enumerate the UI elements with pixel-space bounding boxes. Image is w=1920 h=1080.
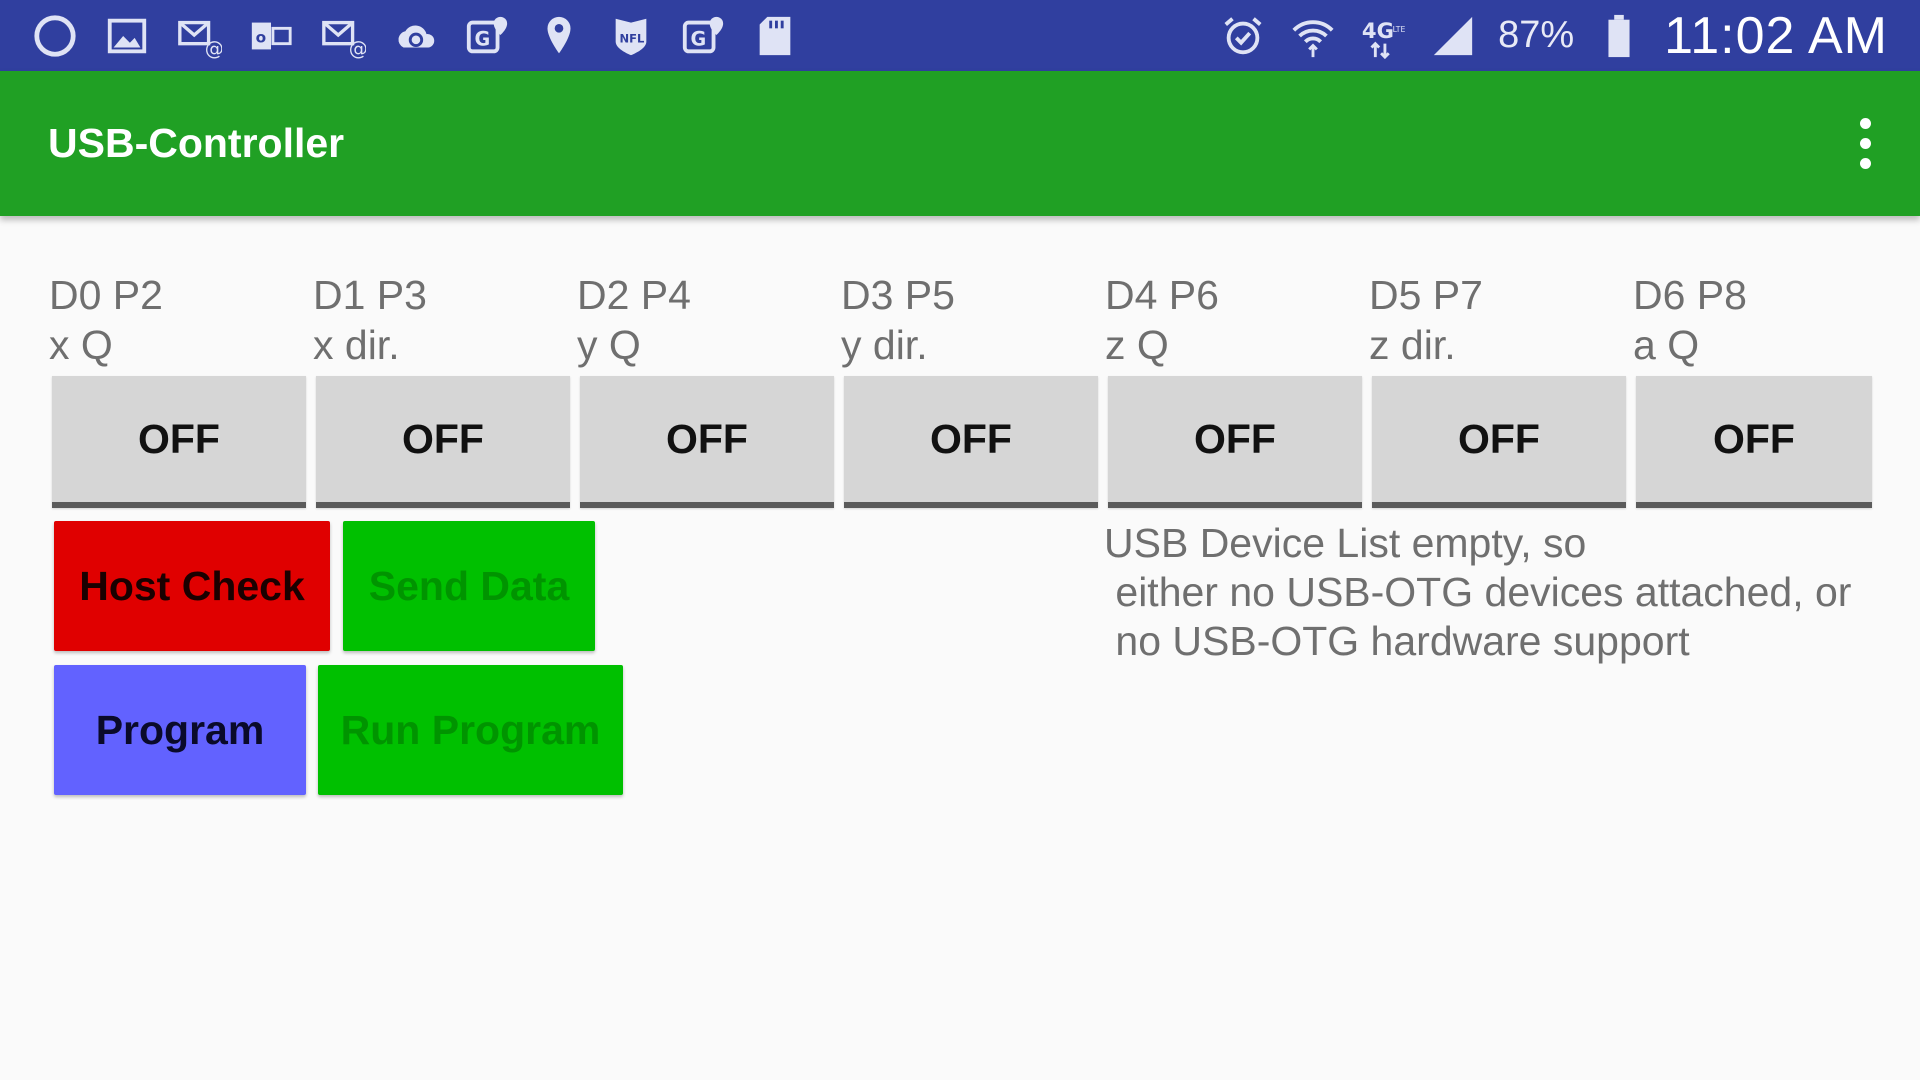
toggle-d4-button[interactable]: OFF	[1108, 376, 1362, 508]
toggle-d1-button[interactable]: OFF	[316, 376, 570, 508]
signal-icon	[1428, 11, 1478, 61]
system-status: 4G LTE 87% 11:02 AM	[1218, 0, 1888, 71]
image-icon	[102, 11, 152, 61]
channel-desc: z Q	[1105, 322, 1169, 368]
run-program-button[interactable]: Run Program	[318, 665, 623, 795]
channel-label-d0: D0 P2 x Q	[49, 270, 163, 370]
toggle-d2-button[interactable]: OFF	[580, 376, 834, 508]
channel-label-d6: D6 P8 a Q	[1633, 270, 1747, 370]
4g-lte-icon: 4G LTE	[1358, 11, 1408, 61]
toggle-d3-button[interactable]: OFF	[844, 376, 1098, 508]
channel-pin: D1 P3	[313, 272, 427, 318]
channel-desc: x Q	[49, 322, 113, 368]
channel-pin: D0 P2	[49, 272, 163, 318]
channel-pin: D5 P7	[1369, 272, 1483, 318]
cloud-sync-icon	[390, 11, 440, 61]
battery-percent: 87%	[1498, 14, 1575, 56]
svg-text:@: @	[349, 37, 366, 59]
status-bar: @ o @ G NFL G 4G LTE 87% 11:02 AM	[0, 0, 1920, 71]
toggle-d6-button[interactable]: OFF	[1636, 376, 1872, 508]
outlook-icon: o	[246, 11, 296, 61]
channel-pin: D2 P4	[577, 272, 691, 318]
more-vert-icon[interactable]	[1840, 113, 1890, 173]
channel-pin: D4 P6	[1105, 272, 1219, 318]
channel-desc: x dir.	[313, 322, 400, 368]
send-data-button[interactable]: Send Data	[343, 521, 595, 651]
host-check-button[interactable]: Host Check	[54, 521, 330, 651]
channel-label-d3: D3 P5 y dir.	[841, 270, 955, 370]
channel-label-d4: D4 P6 z Q	[1105, 270, 1219, 370]
app-title: USB-Controller	[48, 120, 345, 166]
svg-text:o: o	[256, 28, 267, 46]
svg-text:4G: 4G	[1362, 17, 1394, 42]
wifi-icon	[1288, 11, 1338, 61]
channel-pin: D6 P8	[1633, 272, 1747, 318]
svg-text:G: G	[691, 27, 707, 50]
channel-label-d2: D2 P4 y Q	[577, 270, 691, 370]
channel-desc: a Q	[1633, 322, 1700, 368]
channel-pin: D3 P5	[841, 272, 955, 318]
alarm-icon	[1218, 11, 1268, 61]
email-icon: @	[174, 11, 224, 61]
notification-icons: @ o @ G NFL G	[30, 0, 800, 71]
sd-card-icon	[750, 11, 800, 61]
channel-label-d5: D5 P7 z dir.	[1369, 270, 1483, 370]
maps-icon: G	[678, 11, 728, 61]
nfl-icon: NFL	[606, 11, 656, 61]
svg-text:G: G	[475, 27, 491, 50]
toggle-d0-button[interactable]: OFF	[52, 376, 306, 508]
svg-text:NFL: NFL	[620, 31, 645, 45]
circle-icon	[30, 11, 80, 61]
channel-label-d1: D1 P3 x dir.	[313, 270, 427, 370]
channel-desc: z dir.	[1369, 322, 1456, 368]
usb-status-message: USB Device List empty, so either no USB-…	[1104, 520, 1852, 664]
channel-desc: y Q	[577, 322, 641, 368]
svg-text:LTE: LTE	[1393, 25, 1406, 34]
location-pin-icon	[534, 11, 584, 61]
maps-icon: G	[462, 11, 512, 61]
channel-desc: y dir.	[841, 322, 928, 368]
svg-text:@: @	[205, 37, 222, 59]
app-bar: USB-Controller	[0, 71, 1920, 216]
email-icon: @	[318, 11, 368, 61]
program-button[interactable]: Program	[54, 665, 306, 795]
toggle-d5-button[interactable]: OFF	[1372, 376, 1626, 508]
battery-icon	[1594, 11, 1644, 61]
clock: 11:02 AM	[1664, 6, 1888, 65]
